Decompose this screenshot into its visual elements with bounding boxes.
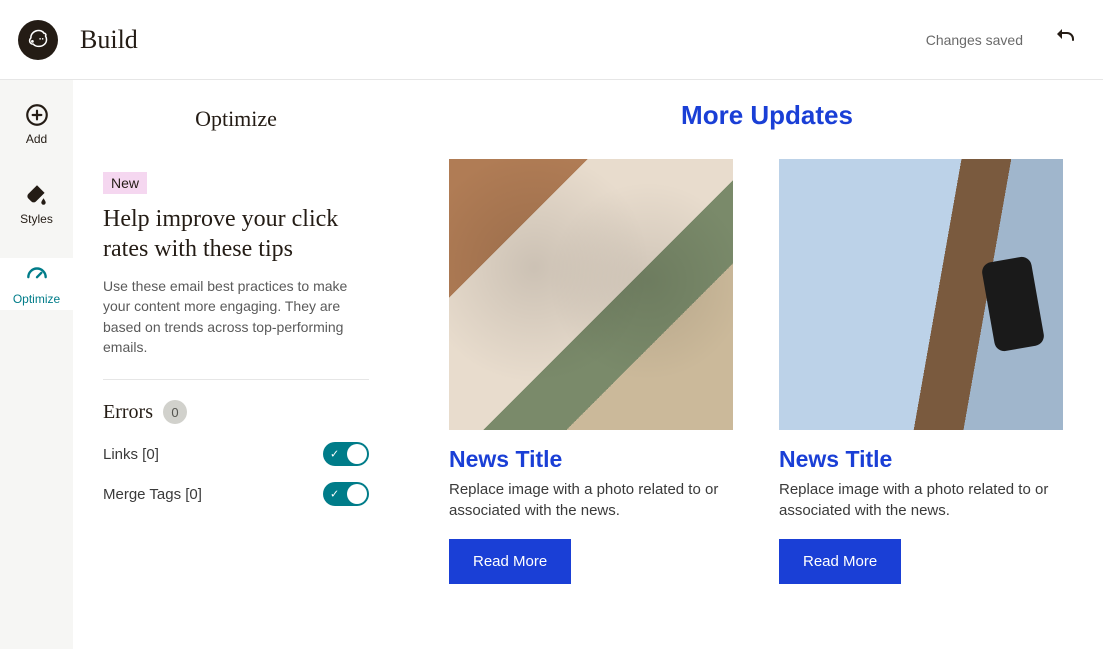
brand-logo[interactable] [18,20,58,60]
read-more-button[interactable]: Read More [779,539,901,584]
divider [103,379,369,380]
check-label: Links [0] [103,446,159,463]
errors-count-badge: 0 [163,400,187,424]
check-icon: ✓ [330,448,339,461]
rail-item-add[interactable]: Add [0,98,73,150]
toggle-links[interactable]: ✓ [323,442,369,466]
top-bar-right: Changes saved [926,25,1077,54]
check-icon: ✓ [330,488,339,501]
save-status: Changes saved [926,32,1023,48]
paint-icon [24,182,50,208]
rail-item-styles[interactable]: Styles [0,178,73,230]
read-more-button[interactable]: Read More [449,539,571,584]
news-title: News Title [779,446,1069,473]
news-description: Replace image with a photo related to or… [779,479,1069,521]
mailchimp-icon [24,26,52,54]
errors-label: Errors [103,401,153,424]
panel-title: Optimize [103,106,369,132]
new-badge: New [103,172,147,194]
rail-label: Add [26,132,47,146]
rail-label: Optimize [13,292,60,306]
check-row-links: Links [0] ✓ [103,442,369,466]
gauge-icon [24,262,50,288]
check-label: Merge Tags [0] [103,486,202,503]
news-title: News Title [449,446,739,473]
toggle-knob [347,444,367,464]
news-image-placeholder[interactable] [449,159,733,430]
rail-label: Styles [20,212,53,226]
email-canvas[interactable]: More Updates News Title Replace image wi… [399,80,1103,649]
toggle-merge-tags[interactable]: ✓ [323,482,369,506]
news-description: Replace image with a photo related to or… [449,479,739,521]
news-grid: News Title Replace image with a photo re… [449,159,1085,584]
top-bar-left: Build [18,20,138,60]
tips-heading: Help improve your click rates with these… [103,204,369,264]
tips-description: Use these email best practices to make y… [103,276,369,357]
toggle-knob [347,484,367,504]
main-area: Add Styles Optimize Optimize New Help im… [0,80,1103,649]
errors-heading: Errors 0 [103,400,369,424]
news-image-placeholder[interactable] [779,159,1063,430]
undo-icon [1053,25,1077,49]
news-card[interactable]: News Title Replace image with a photo re… [449,159,739,584]
news-card[interactable]: News Title Replace image with a photo re… [779,159,1069,584]
top-bar: Build Changes saved [0,0,1103,80]
plus-circle-icon [24,102,50,128]
page-title: Build [80,25,138,55]
rail-item-optimize[interactable]: Optimize [0,258,73,310]
left-rail: Add Styles Optimize [0,80,73,649]
undo-button[interactable] [1053,25,1077,54]
optimize-panel: Optimize New Help improve your click rat… [73,80,399,649]
section-heading: More Updates [449,100,1085,131]
check-row-merge-tags: Merge Tags [0] ✓ [103,482,369,506]
